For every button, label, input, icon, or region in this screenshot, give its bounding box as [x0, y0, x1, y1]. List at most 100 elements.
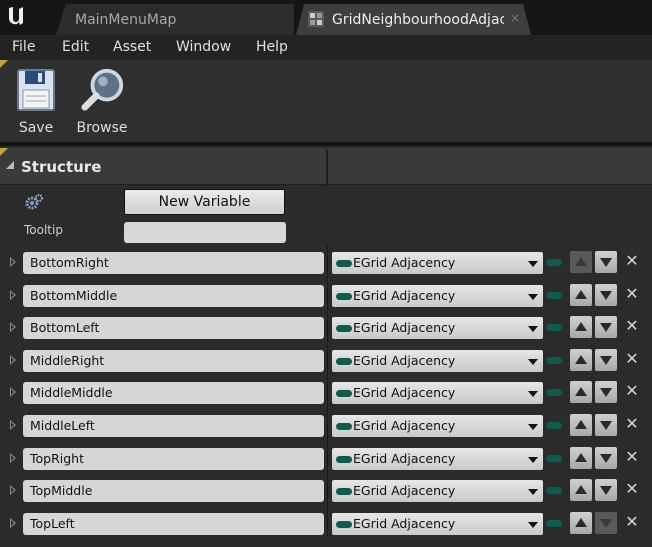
- move-up-button[interactable]: [570, 447, 592, 469]
- move-up-button[interactable]: [570, 381, 592, 403]
- save-label: Save: [18, 120, 54, 136]
- variable-type-label: EGrid Adjacency: [353, 516, 456, 531]
- move-down-button[interactable]: [595, 381, 617, 403]
- tab-label: MainMenuMap: [75, 12, 177, 28]
- menu-window[interactable]: Window: [176, 39, 231, 55]
- close-icon[interactable]: ✕: [624, 480, 640, 498]
- move-up-button[interactable]: [570, 512, 592, 534]
- move-down-button[interactable]: [595, 316, 617, 338]
- close-icon[interactable]: ✕: [624, 415, 640, 433]
- tooltip-label: Tooltip: [24, 223, 63, 237]
- close-icon[interactable]: ✕: [624, 252, 640, 270]
- expand-arrow-icon[interactable]: [10, 485, 16, 495]
- move-down-button[interactable]: [595, 284, 617, 306]
- save-button[interactable]: Save: [12, 64, 60, 140]
- expand-arrow-icon[interactable]: [10, 453, 16, 463]
- expand-arrow-icon[interactable]: [10, 420, 16, 430]
- container-type-icon[interactable]: [546, 520, 562, 527]
- variable-type-dropdown[interactable]: EGrid Adjacency: [332, 480, 543, 502]
- variable-type-label: EGrid Adjacency: [353, 418, 456, 433]
- move-up-button[interactable]: [570, 479, 592, 501]
- menu-help[interactable]: Help: [256, 39, 288, 55]
- container-type-icon[interactable]: [546, 259, 562, 266]
- expand-arrow-icon[interactable]: [10, 355, 16, 365]
- variable-name-field[interactable]: MiddleLeft: [23, 415, 324, 437]
- move-up-button[interactable]: [570, 284, 592, 306]
- variable-name-field[interactable]: BottomRight: [23, 252, 324, 274]
- close-icon[interactable]: ×: [510, 11, 520, 25]
- column-divider: [327, 342, 328, 375]
- chevron-down-icon: [528, 261, 538, 267]
- tab-main-menu-map[interactable]: MainMenuMap: [56, 4, 294, 35]
- expand-arrow-icon[interactable]: [10, 257, 16, 267]
- chevron-down-icon: [528, 424, 538, 430]
- expand-arrow-icon[interactable]: [10, 387, 16, 397]
- collapse-arrow-icon[interactable]: [6, 161, 14, 169]
- move-down-button[interactable]: [595, 251, 617, 273]
- move-up-button[interactable]: [570, 251, 592, 273]
- close-icon[interactable]: ✕: [624, 350, 640, 368]
- variable-name-field[interactable]: BottomMiddle: [23, 285, 324, 307]
- variable-type-dropdown[interactable]: EGrid Adjacency: [332, 448, 543, 470]
- toolbar: Save Browse: [0, 60, 652, 142]
- menu-edit[interactable]: Edit: [62, 39, 89, 55]
- close-icon[interactable]: ✕: [624, 317, 640, 335]
- variable-type-label: EGrid Adjacency: [353, 385, 456, 400]
- expand-arrow-icon[interactable]: [10, 290, 16, 300]
- variable-name-field[interactable]: TopMiddle: [23, 480, 324, 502]
- container-type-icon[interactable]: [546, 357, 562, 364]
- pin-type-icon: [336, 423, 352, 430]
- variable-name-field[interactable]: BottomLeft: [23, 317, 324, 339]
- variable-name-field[interactable]: MiddleMiddle: [23, 382, 324, 404]
- pin-type-icon: [336, 456, 352, 463]
- container-type-icon[interactable]: [546, 455, 562, 462]
- expand-arrow-icon[interactable]: [10, 518, 16, 528]
- variable-type-dropdown[interactable]: EGrid Adjacency: [332, 350, 543, 372]
- title-bar: MainMenuMap GridNeighbourhoodAdjac ×: [0, 0, 652, 35]
- move-down-button[interactable]: [595, 349, 617, 371]
- move-down-button[interactable]: [595, 479, 617, 501]
- variable-row: MiddleRight EGrid Adjacency ✕: [0, 342, 652, 375]
- pin-type-icon: [336, 325, 352, 332]
- variable-name-field[interactable]: MiddleRight: [23, 350, 324, 372]
- unreal-logo-icon[interactable]: [3, 3, 29, 29]
- container-type-icon[interactable]: [546, 389, 562, 396]
- variable-type-dropdown[interactable]: EGrid Adjacency: [332, 415, 543, 437]
- new-variable-button[interactable]: New Variable: [124, 189, 285, 215]
- variable-type-label: EGrid Adjacency: [353, 483, 456, 498]
- variable-type-dropdown[interactable]: EGrid Adjacency: [332, 285, 543, 307]
- container-type-icon[interactable]: [546, 324, 562, 331]
- menu-file[interactable]: File: [12, 39, 35, 55]
- chevron-down-icon: [528, 326, 538, 332]
- tooltip-input[interactable]: [124, 222, 286, 243]
- structure-header[interactable]: Structure: [0, 148, 652, 186]
- move-down-button[interactable]: [595, 414, 617, 436]
- move-down-button[interactable]: [595, 512, 617, 534]
- chevron-down-icon: [528, 294, 538, 300]
- column-divider: [327, 472, 328, 505]
- move-up-button[interactable]: [570, 316, 592, 338]
- expand-arrow-icon[interactable]: [10, 322, 16, 332]
- browse-button[interactable]: Browse: [74, 64, 130, 140]
- container-type-icon[interactable]: [546, 292, 562, 299]
- variable-type-label: EGrid Adjacency: [353, 288, 456, 303]
- close-icon[interactable]: ✕: [624, 285, 640, 303]
- close-icon[interactable]: ✕: [624, 513, 640, 531]
- move-up-button[interactable]: [570, 414, 592, 436]
- pin-type-icon: [336, 390, 352, 397]
- tab-grid-neighbourhood[interactable]: GridNeighbourhoodAdjac ×: [296, 4, 531, 35]
- variable-type-dropdown[interactable]: EGrid Adjacency: [332, 382, 543, 404]
- close-icon[interactable]: ✕: [624, 382, 640, 400]
- variable-type-dropdown[interactable]: EGrid Adjacency: [332, 252, 543, 274]
- container-type-icon[interactable]: [546, 422, 562, 429]
- menu-asset[interactable]: Asset: [113, 39, 151, 55]
- move-up-button[interactable]: [570, 349, 592, 371]
- close-icon[interactable]: ✕: [624, 448, 640, 466]
- variable-name-field[interactable]: TopRight: [23, 448, 324, 470]
- variable-row: MiddleLeft EGrid Adjacency ✕: [0, 407, 652, 440]
- variable-type-dropdown[interactable]: EGrid Adjacency: [332, 317, 543, 339]
- move-down-button[interactable]: [595, 447, 617, 469]
- container-type-icon[interactable]: [546, 487, 562, 494]
- variable-type-dropdown[interactable]: EGrid Adjacency: [332, 513, 543, 535]
- variable-name-field[interactable]: TopLeft: [23, 513, 324, 535]
